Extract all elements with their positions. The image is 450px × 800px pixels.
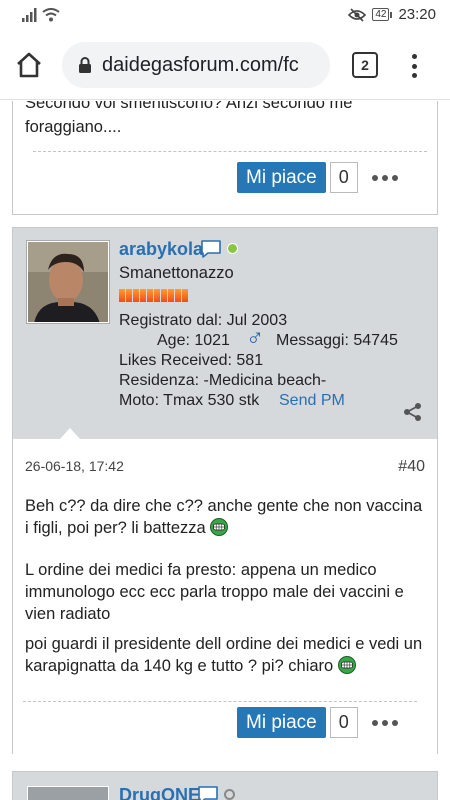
address-bar[interactable]: daidegasforum.com/fc xyxy=(62,42,330,88)
user-age: Age: 1021 xyxy=(157,332,230,349)
post-body: 26-06-18, 17:42 #40 Beh c?? da dire che … xyxy=(13,439,437,754)
like-button[interactable]: Mi piace xyxy=(237,707,326,738)
chat-icon[interactable] xyxy=(200,240,222,258)
url-text: daidegasforum.com/fc xyxy=(102,53,299,76)
status-bar: 42 23:20 xyxy=(0,0,450,32)
like-count: 0 xyxy=(329,162,358,193)
more-options-icon[interactable] xyxy=(371,719,398,726)
moto: Moto: Tmax 530 stk xyxy=(119,392,260,409)
home-icon[interactable] xyxy=(14,50,44,80)
paragraph-text: poi guardi il presidente dell ordine dei… xyxy=(25,635,423,675)
like-button[interactable]: Mi piace xyxy=(237,162,326,193)
online-status-icon xyxy=(227,243,238,254)
divider xyxy=(33,151,427,152)
post-permalink[interactable]: #40 xyxy=(398,458,425,476)
signal-icon xyxy=(22,8,37,22)
grin-smiley-icon xyxy=(210,518,229,536)
post-card: arabykola Smanettonazzo Registrato dal: … xyxy=(12,227,438,754)
reputation-bar xyxy=(119,289,188,302)
offline-status-icon xyxy=(224,789,235,800)
post-paragraph: Beh c?? da dire che c?? anche gente che … xyxy=(25,495,425,539)
post-card: DrugONE xyxy=(12,771,438,800)
more-options-icon[interactable] xyxy=(371,174,398,181)
avatar[interactable] xyxy=(27,241,109,323)
username-link[interactable]: DrugONE xyxy=(119,785,200,800)
forum-thread: Secondo voi smentiscono? Anzi secondo me… xyxy=(0,101,450,800)
like-count: 0 xyxy=(329,707,358,738)
lock-icon xyxy=(79,57,91,73)
post-actions: Mi piace 0 xyxy=(237,707,398,738)
chat-icon[interactable] xyxy=(197,786,219,800)
grin-smiley-icon xyxy=(337,656,356,674)
message-count: Messaggi: 54745 xyxy=(276,332,398,349)
avatar[interactable] xyxy=(27,786,109,800)
post-paragraph: poi guardi il presidente dell ordine dei… xyxy=(25,633,425,677)
battery-icon: 42 xyxy=(372,8,393,21)
battery-level: 42 xyxy=(372,8,390,21)
post-card: Secondo voi smentiscono? Anzi secondo me… xyxy=(12,101,438,215)
overflow-menu-icon[interactable] xyxy=(404,52,424,80)
post-actions: Mi piace 0 xyxy=(237,162,398,193)
send-pm-link[interactable]: Send PM xyxy=(279,392,345,410)
residence: Residenza: -Medicina beach- xyxy=(119,372,327,389)
post-paragraph: L ordine dei medici fa presto: appena un… xyxy=(25,561,404,623)
male-gender-icon: ♂ xyxy=(246,324,264,351)
post-text: Secondo voi smentiscono? Anzi secondo me… xyxy=(25,101,353,136)
likes-received: Likes Received: 581 xyxy=(119,352,264,369)
post-date: 26-06-18, 17:42 xyxy=(25,458,124,474)
avatar-image xyxy=(28,242,108,322)
share-icon[interactable] xyxy=(403,402,423,422)
username-link[interactable]: arabykola xyxy=(119,239,203,260)
wifi-icon xyxy=(42,8,60,22)
user-title: Smanettonazzo xyxy=(119,264,234,282)
divider xyxy=(23,701,417,702)
browser-toolbar: daidegasforum.com/fc 2 xyxy=(0,32,450,100)
tab-switcher-button[interactable]: 2 xyxy=(352,52,378,78)
clock: 23:20 xyxy=(398,6,436,23)
eye-off-icon xyxy=(348,7,367,22)
